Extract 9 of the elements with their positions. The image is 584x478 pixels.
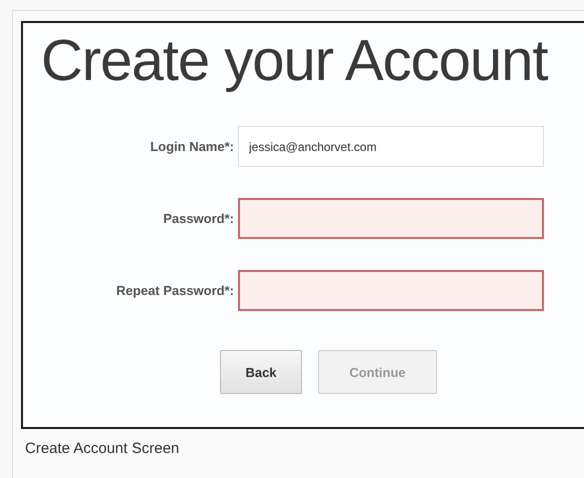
form-button[interactable]: Back bbox=[220, 350, 302, 394]
field-label: Login Name*: bbox=[149, 139, 235, 154]
input-field[interactable] bbox=[238, 270, 544, 311]
figure-caption: Create Account Screen bbox=[25, 440, 180, 457]
page-heading: Create your Account bbox=[41, 29, 549, 93]
field-label: Password*: bbox=[162, 211, 235, 226]
input-field[interactable] bbox=[238, 198, 544, 239]
field-label: Repeat Password*: bbox=[115, 283, 235, 298]
input-field[interactable]: jessica@anchorvet.com bbox=[238, 126, 544, 167]
